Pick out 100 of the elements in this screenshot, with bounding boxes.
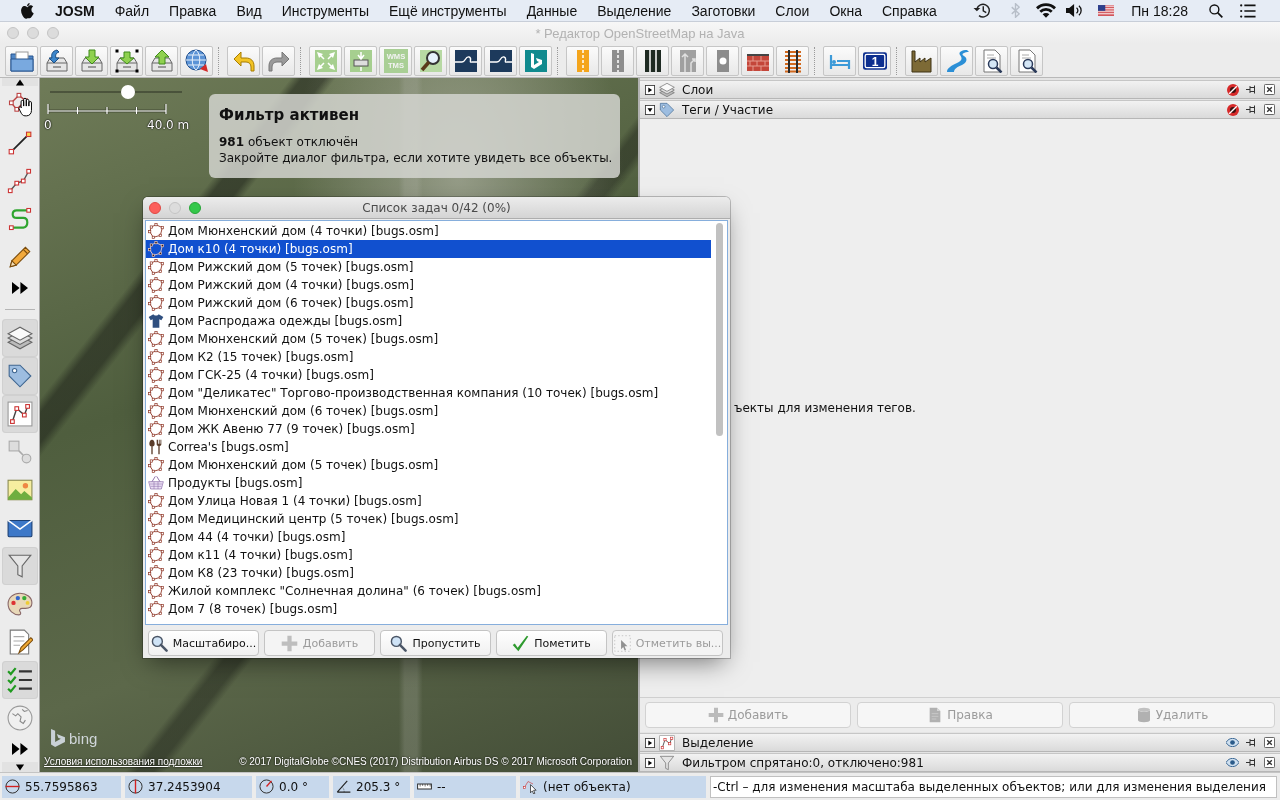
zoom-button[interactable]: Масштабиро...	[148, 630, 259, 656]
basket-icon	[148, 475, 164, 491]
scroll-up-button[interactable]	[1, 78, 38, 86]
scale-label: 40.0 m	[147, 118, 190, 132]
scroll-down-button[interactable]	[1, 762, 38, 772]
disclosure-arrow-icon[interactable]	[645, 737, 655, 748]
menu-item[interactable]: Вид	[236, 2, 262, 19]
provider-logo-text: bing	[69, 729, 98, 747]
menu-item[interactable]: Выделение	[597, 2, 672, 19]
building-outline-icon	[148, 385, 164, 401]
eye-icon[interactable]	[1226, 758, 1239, 767]
wifi-icon[interactable]	[1036, 3, 1057, 18]
list-item[interactable]: Дом 44 (4 точки) [bugs.osm]	[146, 528, 711, 546]
toolbar-button[interactable]	[414, 45, 447, 76]
selection-cursor-icon	[613, 634, 631, 652]
fork-knife-icon	[148, 439, 164, 455]
trash-can-icon	[1135, 707, 1152, 723]
clock-arrow-icon[interactable]	[973, 2, 992, 19]
list-icon[interactable]	[1239, 3, 1256, 18]
menu-item[interactable]: Окна	[829, 2, 862, 19]
toolbar-button[interactable]	[484, 45, 517, 76]
disclosure-arrow-icon[interactable]	[645, 104, 655, 115]
toolbar-button[interactable]	[905, 45, 938, 76]
close-icon[interactable]	[1264, 84, 1275, 95]
menu-item[interactable]: Заготовки	[691, 2, 756, 19]
building-outline-icon	[148, 511, 164, 527]
skip-button[interactable]: Пропустить	[380, 630, 491, 656]
toggle-button[interactable]	[1, 395, 38, 433]
close-icon[interactable]	[1264, 757, 1275, 768]
disclosure-arrow-icon[interactable]	[645, 84, 655, 95]
list-item[interactable]: Дом Улица Новая 1 (4 точки) [bugs.osm]	[146, 492, 711, 510]
scrollbar-thumb[interactable]	[716, 223, 723, 436]
toolbar-button[interactable]	[449, 45, 482, 76]
longitude-icon	[128, 779, 143, 794]
toolbar-button[interactable]	[1010, 45, 1043, 76]
speaker-icon[interactable]	[1066, 4, 1084, 17]
menu-item[interactable]: Слои	[775, 2, 810, 19]
pin-icon[interactable]	[1245, 758, 1258, 767]
list-item[interactable]: Дом Мюнхенский дом (5 точек) [bugs.osm]	[146, 330, 711, 348]
list-item[interactable]: Дом Медицинский центр (5 точек) [bugs.osm]	[146, 510, 711, 528]
mark-button[interactable]: Пометить	[496, 630, 607, 656]
list-item[interactable]: Дом к10 (4 точки) [bugs.osm]	[146, 240, 711, 258]
building-outline-icon	[148, 295, 164, 311]
menu-item[interactable]: Правка	[169, 2, 217, 19]
menu-item[interactable]: Ещё инструменты	[389, 2, 507, 19]
list-item[interactable]: Дом Распродажа одежды [bugs.osm]	[146, 312, 711, 330]
list-item[interactable]: Дом Рижский дом (6 точек) [bugs.osm]	[146, 294, 711, 312]
eye-icon[interactable]	[1226, 738, 1239, 747]
list-item[interactable]: Дом ГСК-25 (4 точки) [bugs.osm]	[146, 366, 711, 384]
building-outline-icon	[148, 223, 164, 239]
pin-icon[interactable]	[1245, 105, 1258, 114]
list-item[interactable]: Дом Рижский дом (4 точки) [bugs.osm]	[146, 276, 711, 294]
toggle-button[interactable]	[1, 319, 38, 357]
menu-item[interactable]: Файл	[114, 2, 150, 19]
list-item[interactable]: Дом Рижский дом (5 точек) [bugs.osm]	[146, 258, 711, 276]
pin-icon[interactable]	[1245, 738, 1258, 747]
toolbar-button[interactable]	[741, 45, 774, 76]
menu-bar-clock[interactable]: Пн 18:28	[1131, 2, 1188, 19]
toolbar-button[interactable]	[776, 45, 809, 76]
list-item[interactable]: Correa's [bugs.osm]	[146, 438, 711, 456]
toolbar-button[interactable]: 1	[858, 45, 891, 76]
list-item[interactable]: Дом Мюнхенский дом (6 точек) [bugs.osm]	[146, 402, 711, 420]
list-item[interactable]: Дом Мюнхенский дом (4 точки) [bugs.osm]	[146, 222, 711, 240]
list-item[interactable]: Дом 7 (8 точек) [bugs.osm]	[146, 600, 711, 618]
help-text: -Ctrl – для изменения масштаба выделенных объектов; или для изменения выделения	[713, 779, 1266, 794]
slider-thumb[interactable]	[120, 85, 135, 99]
no-entry-icon[interactable]	[1227, 103, 1239, 116]
toolbar-button[interactable]	[975, 45, 1008, 76]
list-item[interactable]: Дом К8 (23 точки) [bugs.osm]	[146, 564, 711, 582]
menu-item[interactable]: Инструменты	[281, 2, 370, 19]
close-icon[interactable]	[1264, 737, 1275, 748]
list-item[interactable]: Дом "Деликатес" Торгово-производственная компания (10 точек) [bugs.osm]	[146, 384, 711, 402]
terms-link[interactable]: Условия использования подложки	[44, 756, 203, 767]
app-menu[interactable]: JOSM	[55, 2, 95, 19]
no-entry-icon[interactable]	[1227, 83, 1239, 96]
disclosure-arrow-icon[interactable]	[645, 757, 655, 768]
toolbar-button[interactable]	[636, 45, 669, 76]
toggle-button[interactable]	[1, 547, 38, 585]
tag-icon	[659, 101, 675, 118]
close-icon[interactable]	[1264, 104, 1275, 115]
image-icon	[6, 477, 33, 503]
list-item[interactable]: Дом ЖК Авеню 77 (9 точек) [bugs.osm]	[146, 420, 711, 438]
search-icon[interactable]	[1209, 3, 1223, 18]
pin-icon[interactable]	[1245, 85, 1258, 94]
toolbar-button[interactable]	[110, 45, 143, 76]
menu-item[interactable]: Справка	[881, 2, 937, 19]
menu-item[interactable]: Данные	[526, 2, 578, 19]
relation-icon	[6, 439, 33, 465]
list-item[interactable]: Продукты [bugs.osm]	[146, 474, 711, 492]
save-icon	[44, 48, 69, 73]
list-item[interactable]: Дом Мюнхенский дом (5 точек) [bugs.osm]	[146, 456, 711, 474]
list-item[interactable]: Дом К2 (15 точек) [bugs.osm]	[146, 348, 711, 366]
close-button[interactable]	[149, 201, 161, 214]
flag-icon[interactable]	[1098, 5, 1115, 16]
list-item[interactable]: Жилой комплекс "Солнечная долина" (6 точек) [bugs.osm]	[146, 582, 711, 600]
list-item[interactable]: Дом к11 (4 точки) [bugs.osm]	[146, 546, 711, 564]
building-outline-icon	[148, 349, 164, 365]
toggle-button[interactable]	[1, 661, 38, 699]
toggle-button[interactable]	[1, 357, 38, 395]
apple-icon[interactable]	[20, 2, 34, 19]
